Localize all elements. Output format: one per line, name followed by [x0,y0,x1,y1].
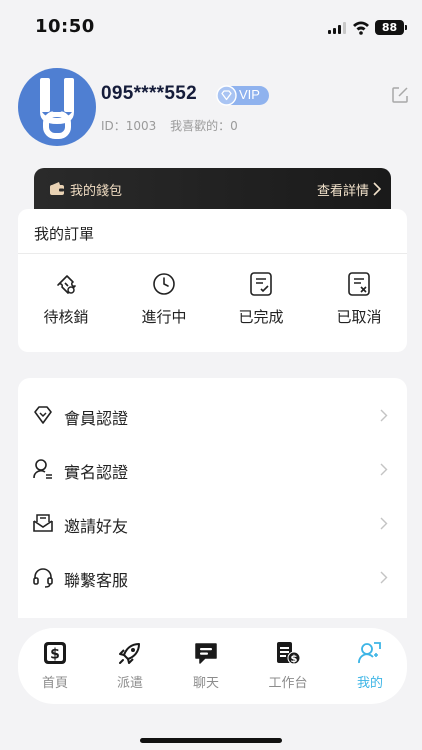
tab-dispatch[interactable]: 派遣 [95,640,165,698]
menu-card: 會員認證 實名認證 邀請好友 聯繫客服 [18,378,407,618]
order-pending-verify[interactable]: 待核銷 [21,271,111,335]
wallet-bar[interactable]: 我的錢包 查看詳情 [34,168,391,212]
vip-label: VIP [239,87,260,102]
tab-label: 聊天 [192,676,219,691]
wallet-label: 我的錢包 [70,184,123,199]
invite-mail-icon [33,514,53,532]
ticket-icon [57,275,76,294]
menu-label: 實名認證 [64,463,129,482]
avatar[interactable] [18,68,96,146]
order-label: 已取消 [336,308,382,326]
tab-label: 派遣 [116,676,143,691]
order-label: 進行中 [141,308,187,326]
wallet-detail-link[interactable]: 查看詳情 [317,180,369,199]
order-cancelled[interactable]: 已取消 [314,271,404,335]
edit-icon[interactable] [391,86,409,104]
document-cancel-icon [348,272,370,296]
menu-label: 聯繫客服 [64,571,129,590]
home-indicator[interactable] [140,738,282,743]
likes-count[interactable]: 我喜歡的：0 [170,119,238,133]
order-completed[interactable]: 已完成 [216,271,306,335]
workbench-icon: $ [277,642,301,665]
tab-label: 首頁 [41,676,68,691]
tab-profile[interactable]: 我的 [335,640,405,698]
user-phone: 095****552 [101,83,197,104]
chevron-right-icon [373,182,381,196]
document-check-icon [250,272,272,296]
user-id-icon [33,459,52,479]
tab-home[interactable]: $ 首頁 [20,640,90,698]
vip-diamond-icon [216,85,237,106]
profile-icon [358,642,381,664]
signal-icon [328,22,346,34]
svg-text:$: $ [291,654,298,665]
tab-label: 我的 [356,676,383,691]
status-time: 10:50 [35,16,95,37]
user-meta: ID：1003 我喜歡的：0 [101,117,248,134]
battery-icon: 88 [375,20,407,35]
orders-title: 我的訂單 [34,225,95,243]
tab-label: 工作台 [268,676,308,691]
order-label: 已完成 [238,308,284,326]
menu-label: 會員認證 [64,409,129,428]
chat-icon [195,643,217,664]
clock-icon [153,273,175,295]
tab-chat[interactable]: 聊天 [171,640,241,698]
menu-item-support[interactable]: 聯繫客服 [18,552,407,606]
menu-item-membership[interactable]: 會員認證 [18,390,407,444]
menu-item-identity[interactable]: 實名認證 [18,444,407,498]
svg-text:$: $ [50,647,60,663]
chevron-right-icon [380,517,388,530]
order-in-progress[interactable]: 進行中 [119,271,209,335]
status-bar: 10:50 88 [0,0,422,56]
chevron-right-icon [380,409,388,422]
menu-label: 邀請好友 [64,517,129,536]
diamond-icon [34,406,52,424]
orders-card: 我的訂單 待核銷 進行中 已完成 已取消 [18,209,407,352]
headset-icon [33,568,53,588]
rocket-icon [119,643,140,664]
user-id: ID：1003 [101,119,157,133]
wallet-icon [50,182,64,195]
tab-workbench[interactable]: $ 工作台 [253,640,323,698]
order-label: 待核銷 [43,308,89,326]
tab-bar: $ 首頁 派遣 聊天 $ 工作台 我的 [18,628,407,704]
divider [18,253,407,254]
avatar-logo-icon [40,78,74,139]
chevron-right-icon [380,463,388,476]
vip-badge[interactable]: VIP [216,85,269,106]
dollar-home-icon: $ [44,642,66,664]
menu-item-invite[interactable]: 邀請好友 [18,498,407,552]
wifi-icon [353,21,369,35]
chevron-right-icon [380,571,388,584]
